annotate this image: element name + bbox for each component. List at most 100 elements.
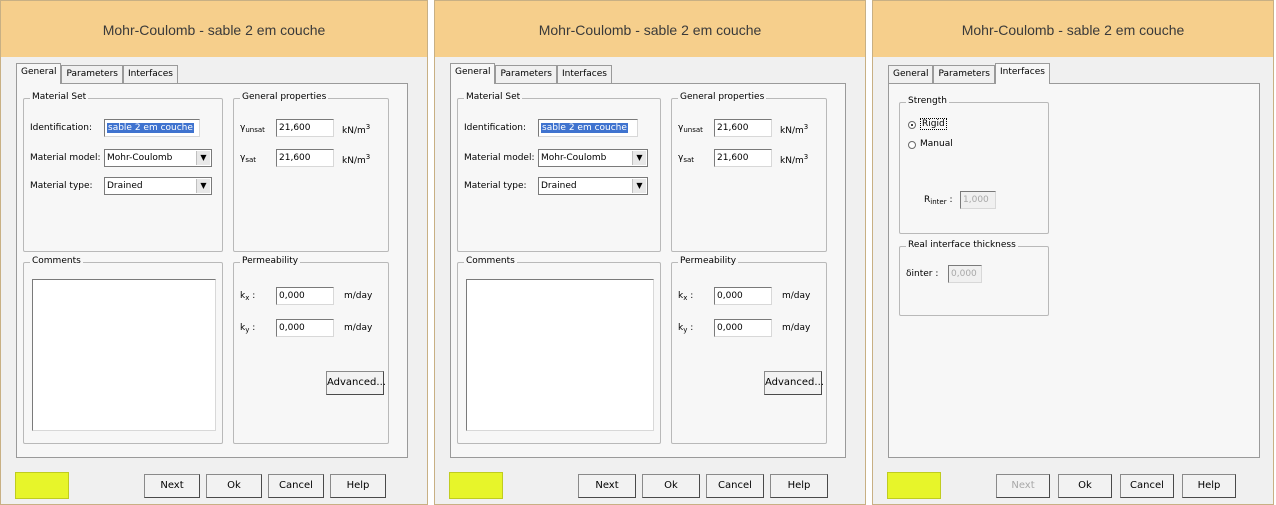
comments-textarea[interactable] [32, 279, 216, 431]
identification-label: Identification: [30, 123, 93, 133]
strength-group: Strength Rigid Manual Rinter : 1,000 [899, 96, 1049, 234]
general-properties-group: General properties γunsat 21,600 kN/m3 γ… [671, 92, 827, 252]
next-button[interactable]: Next [578, 474, 636, 498]
permeability-group: Permeability kx : 0,000 m/day ky : 0,000… [671, 256, 827, 444]
tab-interfaces[interactable]: Interfaces [122, 65, 178, 83]
ky-unit: m/day [344, 323, 373, 333]
material-set-legend: Material Set [30, 92, 89, 102]
material-type-select[interactable]: Drained ▼ [104, 177, 212, 195]
cancel-button[interactable]: Cancel [706, 474, 764, 498]
permeability-legend: Permeability [240, 256, 301, 266]
tab-interfaces[interactable]: Interfaces [994, 63, 1050, 84]
gamma-unsat-input[interactable]: 21,600 [714, 119, 772, 137]
material-color-swatch[interactable] [449, 472, 503, 499]
tab-strip: General Parameters Interfaces [16, 63, 178, 84]
dialog-client: General Parameters Interfaces Material S… [6, 57, 422, 499]
gamma-sat-input[interactable]: 21,600 [714, 149, 772, 167]
comments-legend: Comments [30, 256, 83, 266]
title-bar[interactable]: Mohr-Coulomb - sable 2 em couche [435, 1, 865, 57]
comments-group: Comments [457, 256, 661, 444]
ky-input[interactable]: 0,000 [276, 319, 334, 337]
general-properties-legend: General properties [240, 92, 329, 102]
material-type-select[interactable]: Drained ▼ [538, 177, 648, 195]
rinter-input[interactable]: 1,000 [960, 191, 996, 209]
help-button[interactable]: Help [1182, 474, 1236, 498]
real-interface-thickness-legend: Real interface thickness [906, 240, 1018, 250]
help-button[interactable]: Help [770, 474, 828, 498]
next-button[interactable]: Next [996, 474, 1050, 498]
material-color-swatch[interactable] [887, 472, 941, 499]
comments-textarea[interactable] [466, 279, 654, 431]
identification-input[interactable]: sable 2 em couche [104, 119, 200, 137]
ky-unit: m/day [782, 323, 811, 333]
tab-interfaces[interactable]: Interfaces [556, 65, 612, 83]
dinter-input[interactable]: 0,000 [948, 265, 982, 283]
gamma-unsat-label: γunsat [240, 123, 265, 134]
gamma-unsat-input[interactable]: 21,600 [276, 119, 334, 137]
tab-parameters[interactable]: Parameters [933, 65, 995, 83]
dialog-title: Mohr-Coulomb - sable 2 em couche [102, 22, 326, 38]
button-bar: Next Ok Cancel Help [6, 464, 422, 499]
title-bar[interactable]: Mohr-Coulomb - sable 2 em couche [1, 1, 427, 57]
gamma-sat-unit: kN/m3 [780, 153, 809, 166]
title-bar[interactable]: Mohr-Coulomb - sable 2 em couche [873, 1, 1273, 57]
gamma-sat-unit: kN/m3 [342, 153, 371, 166]
kx-label: kx : [240, 291, 256, 302]
material-model-select[interactable]: Mohr-Coulomb ▼ [538, 149, 648, 167]
identification-input[interactable]: sable 2 em couche [538, 119, 638, 137]
chevron-down-icon[interactable]: ▼ [196, 179, 210, 193]
ok-button[interactable]: Ok [642, 474, 700, 498]
next-button[interactable]: Next [144, 474, 200, 498]
gamma-sat-label: γsat [678, 153, 695, 164]
material-model-select[interactable]: Mohr-Coulomb ▼ [104, 149, 212, 167]
material-model-value: Mohr-Coulomb [107, 153, 173, 163]
chevron-down-icon[interactable]: ▼ [632, 179, 646, 193]
cancel-button[interactable]: Cancel [268, 474, 324, 498]
identification-value: sable 2 em couche [541, 123, 628, 133]
dinter-label: δinter : [906, 269, 939, 279]
manual-label[interactable]: Manual [920, 139, 953, 149]
chevron-down-icon[interactable]: ▼ [196, 151, 210, 165]
button-bar: Next Ok Cancel Help [878, 464, 1268, 499]
permeability-legend: Permeability [678, 256, 739, 266]
manual-radio[interactable] [908, 141, 916, 149]
cancel-button[interactable]: Cancel [1120, 474, 1174, 498]
gamma-sat-label: γsat [240, 153, 257, 164]
rigid-label[interactable]: Rigid [920, 118, 947, 130]
rigid-radio[interactable] [908, 121, 916, 129]
kx-input[interactable]: 0,000 [276, 287, 334, 305]
tab-general[interactable]: General [888, 65, 934, 83]
permeability-group: Permeability kx : 0,000 m/day ky : 0,000… [233, 256, 389, 444]
material-set-group: Material Set Identification: sable 2 em … [23, 92, 223, 252]
material-model-value: Mohr-Coulomb [541, 153, 607, 163]
ok-button[interactable]: Ok [1058, 474, 1112, 498]
rinter-label: Rinter : [924, 195, 953, 206]
tab-strip: General Parameters Interfaces [450, 63, 612, 84]
gamma-sat-input[interactable]: 21,600 [276, 149, 334, 167]
kx-input[interactable]: 0,000 [714, 287, 772, 305]
material-type-label: Material type: [30, 181, 93, 191]
ky-input[interactable]: 0,000 [714, 319, 772, 337]
general-properties-legend: General properties [678, 92, 767, 102]
material-model-label: Material model: [30, 153, 101, 163]
gamma-unsat-unit: kN/m3 [780, 123, 809, 136]
tab-general[interactable]: General [16, 63, 62, 84]
material-type-label: Material type: [464, 181, 527, 191]
advanced-button[interactable]: Advanced... [764, 371, 824, 395]
help-button[interactable]: Help [330, 474, 386, 498]
real-interface-thickness-group: Real interface thickness δinter : 0,000 [899, 240, 1049, 316]
chevron-down-icon[interactable]: ▼ [632, 151, 646, 165]
advanced-button[interactable]: Advanced... [326, 371, 386, 395]
ok-button[interactable]: Ok [206, 474, 262, 498]
material-set-legend: Material Set [464, 92, 523, 102]
tab-general[interactable]: General [450, 63, 496, 84]
ky-label: ky : [240, 323, 256, 334]
dialog-title: Mohr-Coulomb - sable 2 em couche [538, 22, 762, 38]
ky-label: ky : [678, 323, 694, 334]
material-set-group: Material Set Identification: sable 2 em … [457, 92, 661, 252]
material-color-swatch[interactable] [15, 472, 69, 499]
tab-parameters[interactable]: Parameters [495, 65, 557, 83]
tab-parameters[interactable]: Parameters [61, 65, 123, 83]
button-bar: Next Ok Cancel Help [440, 464, 860, 499]
general-properties-group: General properties γunsat 21,600 kN/m3 γ… [233, 92, 389, 252]
